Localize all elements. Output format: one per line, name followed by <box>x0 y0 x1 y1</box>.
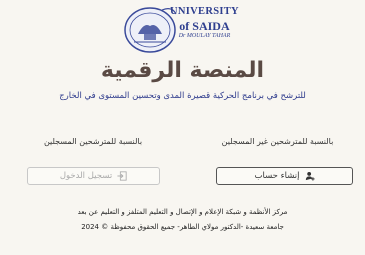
logo-line-saida: of SAIDA <box>179 18 230 33</box>
page-subtitle: للترشح في برنامج الحركية قصيرة المدى وتح… <box>59 91 306 101</box>
university-name: UNIVERSITY of SAIDA Dr MOULAY TAHAR <box>170 6 239 39</box>
login-icon <box>117 171 127 181</box>
unregistered-candidates-label: بالنسبة للمترشحين غير المسجلين <box>221 137 334 146</box>
user-add-icon <box>305 172 315 181</box>
logo-line-university: UNIVERSITY <box>170 6 239 17</box>
login-label: تسجيل الدخول <box>59 171 113 181</box>
create-account-button[interactable]: إنشاء حساب <box>216 167 353 185</box>
create-account-label: إنشاء حساب <box>254 171 300 181</box>
footer-copyright: جامعة سعيدة -الدكتور مولاي الطاهر- جميع … <box>81 223 284 231</box>
registered-candidates-label: بالنسبة للمترشحين المسجلين <box>43 137 143 146</box>
logo-line-moulay-tahar: Dr MOULAY TAHAR <box>178 32 231 39</box>
footer-center-name: مركز الأنظمة و شبكة الإعلام و الإتصال و … <box>77 208 288 216</box>
page-title: المنصة الرقمية <box>100 58 265 83</box>
login-button[interactable]: تسجيل الدخول <box>27 167 160 185</box>
